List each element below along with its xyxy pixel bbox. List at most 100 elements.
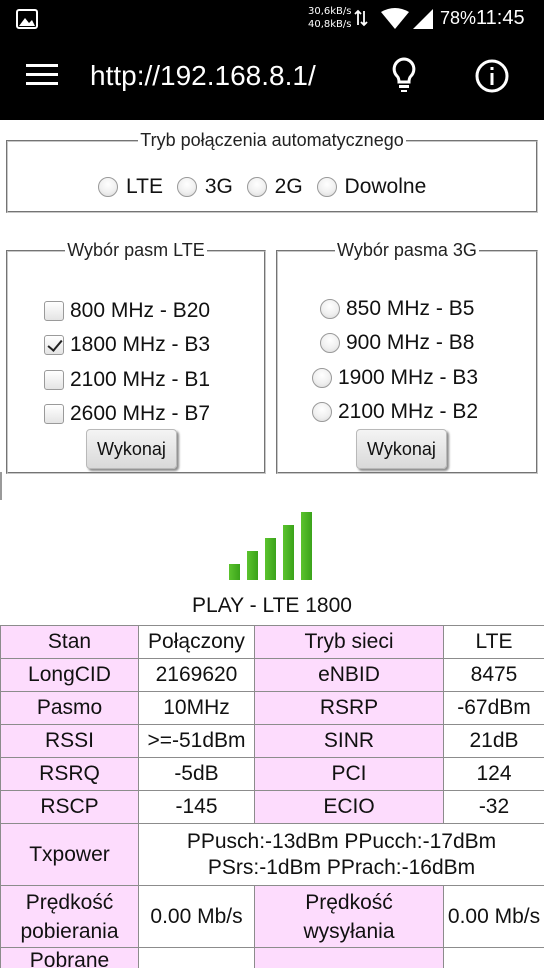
mode-option-any[interactable]: Dowolne (316, 175, 427, 199)
table-value: 0.00 Mb/s (443, 885, 544, 948)
table-key: PCI (254, 757, 444, 791)
mode-options: LTE 3G 2G Dowolne (98, 175, 434, 199)
table-key: Txpower (0, 823, 139, 886)
table-row: RSRQ -5dB PCI 124 (0, 757, 544, 791)
table-row: Txpower PPusch:-13dBm PPucch:-17dBm PSrs… (0, 823, 544, 886)
radio-any[interactable] (316, 177, 337, 198)
table-value: LTE (443, 625, 544, 659)
battery-level: 78% (440, 8, 477, 28)
table-value: -32 (443, 790, 544, 824)
lte-band-b20[interactable]: 800 MHz - B20 (44, 299, 210, 323)
table-value: -145 (138, 790, 255, 824)
umts-band-b2[interactable]: 2100 MHz - B2 (312, 400, 478, 424)
lte-apply-button[interactable]: Wykonaj (86, 429, 177, 469)
signal-strength-icon (229, 512, 312, 580)
table-key: Prędkość pobierania (0, 885, 139, 948)
radio-3g[interactable] (176, 177, 197, 198)
band-label: 2100 MHz - B1 (70, 368, 211, 392)
band-label: 1900 MHz - B3 (338, 366, 479, 390)
table-key: Pobrane (0, 947, 139, 968)
image-icon (16, 9, 38, 29)
mode-label: 2G (274, 175, 303, 199)
table-key: RSCP (0, 790, 139, 824)
info-icon[interactable] (474, 58, 510, 94)
umts-bands-group: Wybór pasma 3G 850 MHz - B5 900 MHz - B8… (276, 240, 538, 474)
speed-down: 40,8kB/s (308, 19, 352, 30)
table-value: 21dB (443, 724, 544, 758)
radio-lte[interactable] (98, 177, 118, 198)
signal-info-table: Stan Połączony Tryb sieci LTE LongCID 2169620… (0, 625, 544, 968)
table-value: 124 (443, 757, 544, 791)
band-label: 850 MHz - B5 (346, 297, 475, 321)
band-label: 2600 MHz - B7 (70, 402, 211, 426)
table-row: Pobrane (0, 947, 544, 968)
radio-2g[interactable] (246, 177, 267, 198)
mode-option-2g[interactable]: 2G (246, 175, 303, 199)
lte-bands-legend: Wybór pasm LTE (67, 240, 205, 260)
status-bar: 30,6kB/s 40,8kB/s 78% 11:45 (0, 0, 544, 38)
lightbulb-icon[interactable] (388, 56, 420, 94)
umts-bands-legend: Wybór pasma 3G (337, 240, 477, 260)
mode-label: Dowolne (344, 175, 427, 199)
table-key: SINR (254, 724, 444, 758)
table-key: RSSI (0, 724, 139, 758)
checkbox-b7[interactable] (44, 404, 64, 425)
table-key: Prędkość wysyłania (254, 885, 444, 948)
divider (0, 472, 2, 500)
table-row: RSSI >=-51dBm SINR 21dB (0, 724, 544, 758)
table-key: Tryb sieci (254, 625, 444, 659)
lte-band-b7[interactable]: 2600 MHz - B7 (44, 402, 210, 426)
table-value (138, 947, 255, 968)
radio-b2[interactable] (312, 402, 332, 423)
mode-option-lte[interactable]: LTE (98, 175, 163, 199)
mode-option-3g[interactable]: 3G (176, 175, 233, 199)
page-url: http://192.168.8.1/ (90, 60, 316, 91)
signal-bar (229, 564, 240, 580)
table-key (254, 947, 444, 968)
band-label: 900 MHz - B8 (346, 331, 475, 355)
table-key: Stan (0, 625, 139, 659)
table-value: 0.00 Mb/s (138, 885, 255, 948)
network-speed: 30,6kB/s 40,8kB/s (308, 5, 352, 31)
table-value: 2169620 (138, 658, 255, 692)
radio-b8[interactable] (320, 333, 340, 354)
table-value: 10MHz (138, 691, 255, 725)
checkbox-b3[interactable] (44, 335, 64, 356)
mode-label: 3G (204, 175, 233, 199)
table-key: LongCID (0, 658, 139, 692)
table-key: ECIO (254, 790, 444, 824)
app-bar: http://192.168.8.1/ (0, 38, 544, 120)
menu-icon[interactable] (26, 62, 58, 86)
signal-bar (301, 512, 312, 580)
wifi-icon (381, 8, 409, 29)
table-value: Połączony (138, 625, 255, 659)
checkbox-b1[interactable] (44, 370, 64, 391)
umts-band-b8[interactable]: 900 MHz - B8 (320, 331, 474, 355)
table-row: Prędkość pobierania 0.00 Mb/s Prędkość w… (0, 885, 544, 948)
table-key: RSRP (254, 691, 444, 725)
mode-label: LTE (126, 175, 163, 199)
signal-bar (265, 538, 276, 580)
checkbox-b20[interactable] (44, 301, 64, 322)
radio-b5[interactable] (320, 299, 340, 320)
table-row: Stan Połączony Tryb sieci LTE (0, 625, 544, 659)
umts-band-b5[interactable]: 850 MHz - B5 (320, 297, 474, 321)
table-row: RSCP -145 ECIO -32 (0, 790, 544, 824)
table-key: Pasmo (0, 691, 139, 725)
signal-bar (283, 525, 294, 580)
txpower-line: PSrs:-1dBm PPrach:-16dBm (207, 855, 476, 879)
umts-apply-button[interactable]: Wykonaj (356, 429, 447, 469)
auto-mode-group: Tryb połączenia automatycznego LTE 3G 2G… (6, 130, 538, 213)
band-label: 1800 MHz - B3 (70, 333, 211, 357)
auto-mode-legend: Tryb połączenia automatycznego (140, 130, 404, 150)
lte-bands-group: Wybór pasm LTE 800 MHz - B20 1800 MHz - … (6, 240, 266, 474)
router-panel: Tryb połączenia automatycznego LTE 3G 2G… (0, 120, 544, 968)
lte-band-b1[interactable]: 2100 MHz - B1 (44, 368, 210, 392)
table-value (443, 947, 544, 968)
radio-b3[interactable] (312, 368, 332, 389)
txpower-value: PPusch:-13dBm PPucch:-17dBm PSrs:-1dBm P… (138, 823, 544, 886)
umts-band-b3[interactable]: 1900 MHz - B3 (312, 366, 478, 390)
txpower-line: PPusch:-13dBm PPucch:-17dBm (186, 829, 497, 853)
lte-band-b3[interactable]: 1800 MHz - B3 (44, 333, 210, 357)
table-key: eNBID (254, 658, 444, 692)
